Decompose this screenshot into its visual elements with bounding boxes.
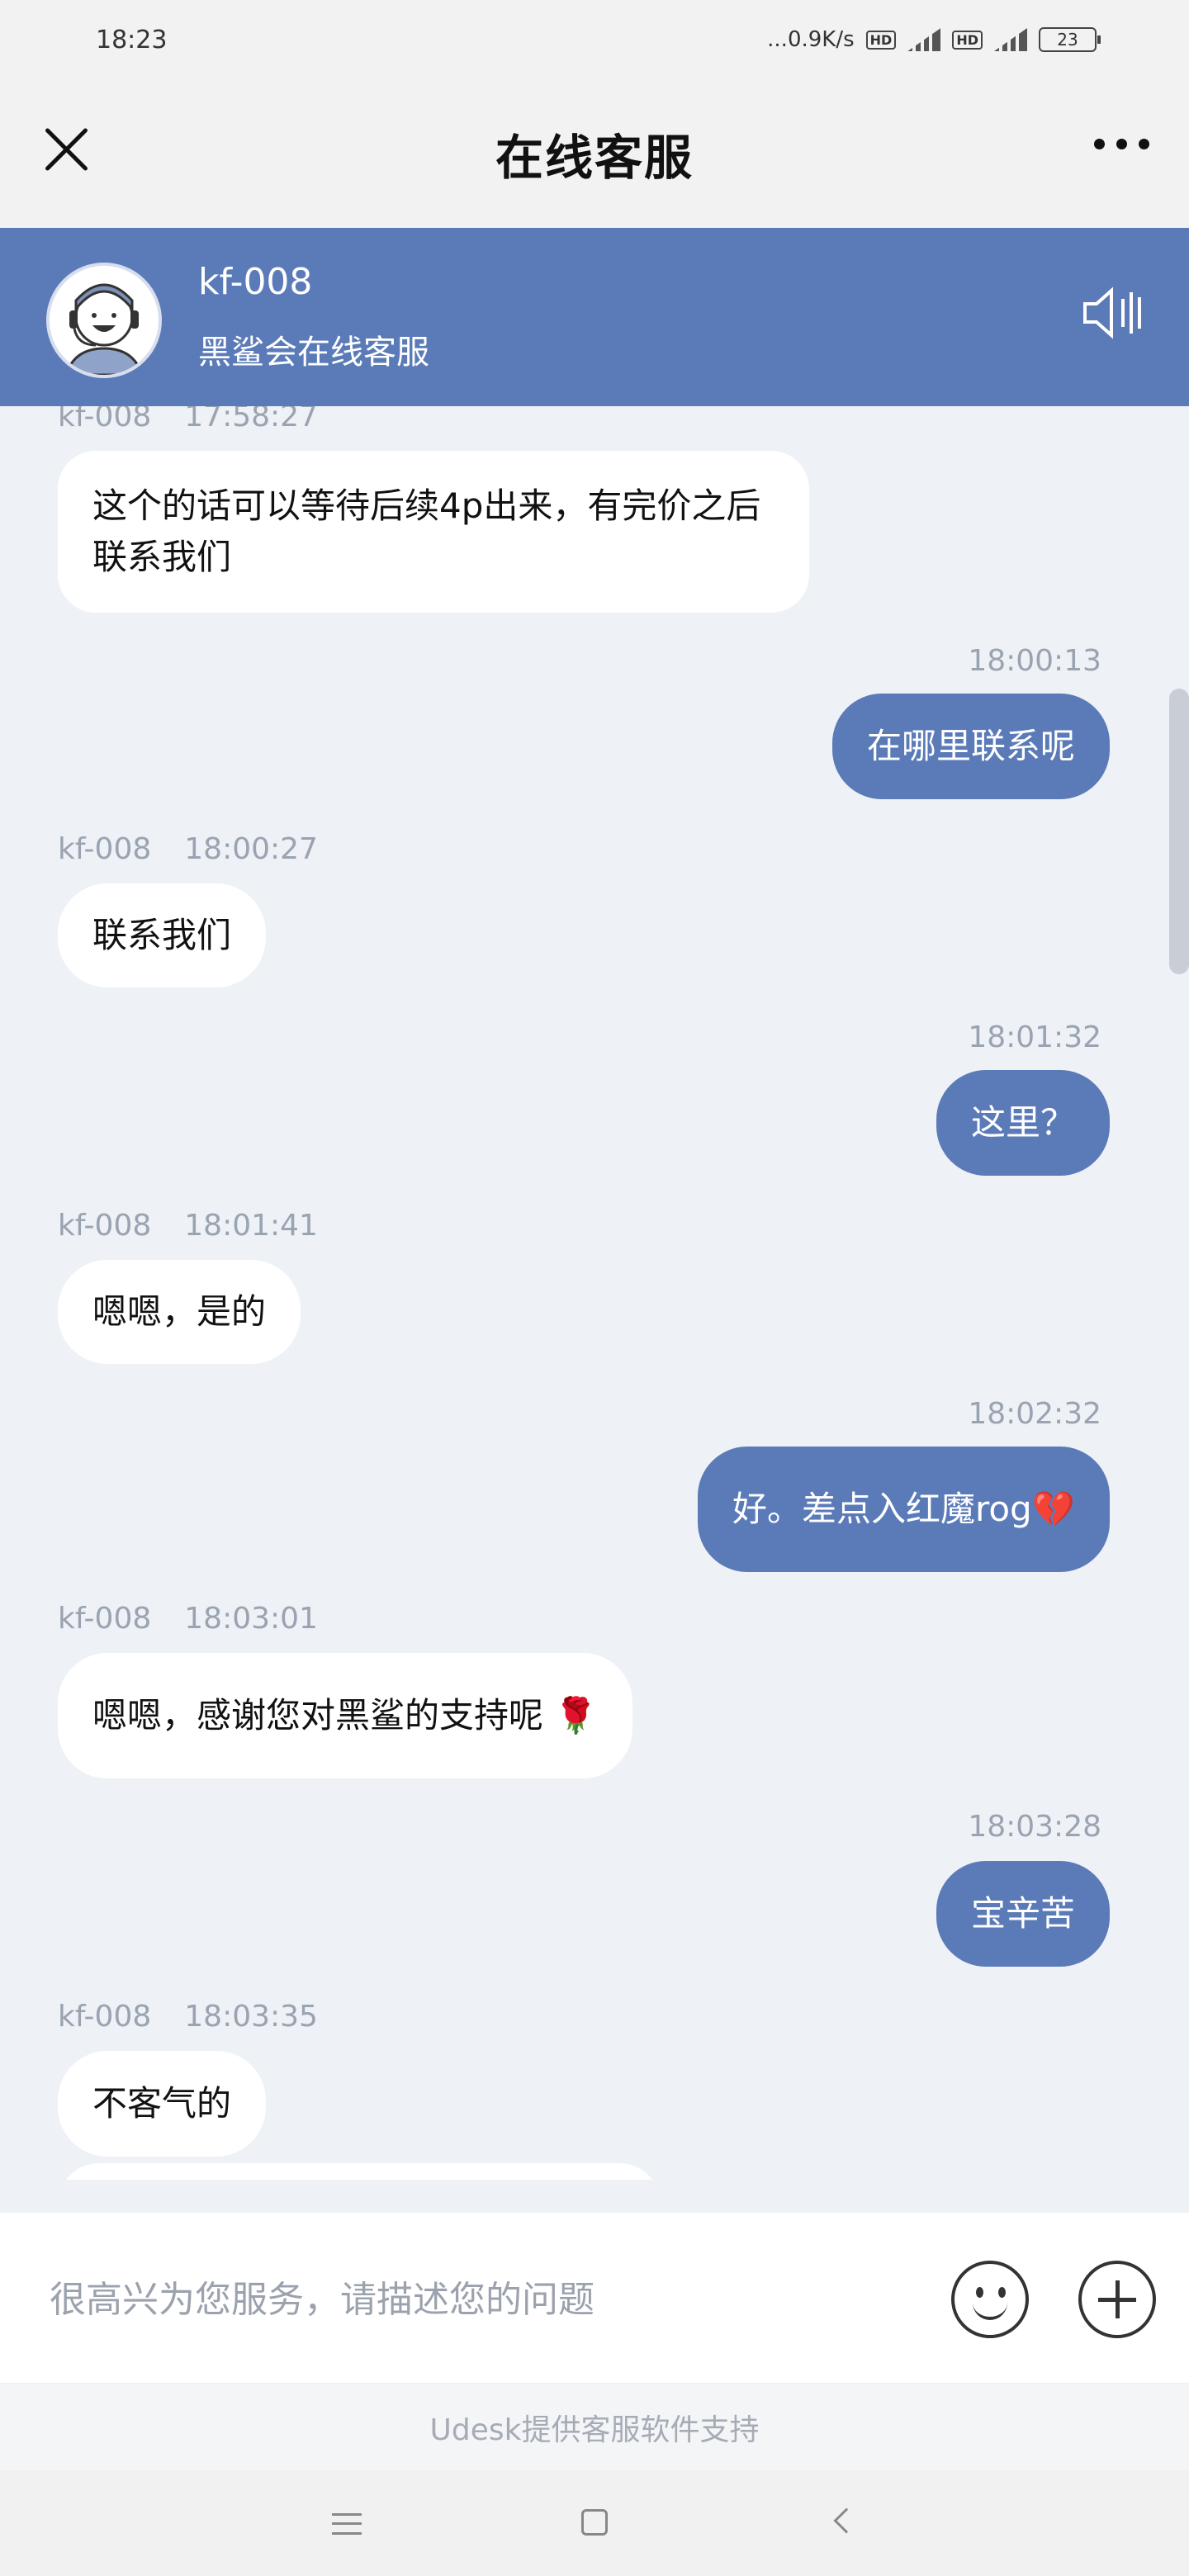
signal-icon-2 <box>994 28 1027 51</box>
page-title: 在线客服 <box>495 130 694 186</box>
home-icon[interactable] <box>581 2509 608 2536</box>
message-bubble-outgoing[interactable]: 好。差点入红魔rog💔 <box>698 1447 1110 1572</box>
more-options-icon[interactable] <box>1094 139 1149 149</box>
system-nav-bar <box>0 2470 1189 2576</box>
battery-icon: 23 <box>1039 27 1101 52</box>
input-bar <box>0 2213 1189 2383</box>
status-bar: 18:23 ...0.9K/s HD HD 23 <box>0 0 1189 79</box>
message-bubble-outgoing[interactable]: 宝辛苦 <box>936 1861 1110 1967</box>
hd-badge-2: HD <box>952 30 983 50</box>
message-bubble-incoming[interactable] <box>58 2163 661 2180</box>
title-bar: 在线客服 <box>0 79 1189 228</box>
hd-badge: HD <box>865 30 897 50</box>
close-icon[interactable] <box>40 122 92 175</box>
message-bubble-incoming[interactable]: 联系我们 <box>58 883 267 987</box>
message-time: 18:00:13 <box>968 644 1101 678</box>
status-time: 18:23 <box>96 25 168 54</box>
message-bubble-incoming[interactable]: 嗯嗯，感谢您对黑鲨的支持呢 🌹 <box>58 1653 632 1778</box>
back-icon[interactable] <box>833 2507 860 2534</box>
message-meta: kf-008 18:00:27 <box>58 832 318 866</box>
message-time: 18:01:32 <box>968 1020 1101 1054</box>
menu-icon[interactable] <box>332 2513 362 2535</box>
message-time: 18:03:28 <box>968 1810 1101 1844</box>
message-bubble-outgoing[interactable]: 在哪里联系呢 <box>831 694 1110 799</box>
chat-scrollbar[interactable] <box>1169 689 1189 974</box>
signal-icon <box>907 28 941 51</box>
powered-by-footer: Udesk提供客服软件支持 <box>0 2384 1189 2470</box>
message-meta: kf-008 18:03:35 <box>58 2000 318 2034</box>
message-meta: kf-008 18:03:01 <box>58 1602 318 1636</box>
plus-icon[interactable] <box>1078 2261 1156 2338</box>
chat-area[interactable]: kf-008 17:58:27 这个的话可以等待后续4p出来，有完价之后联系我们 … <box>0 406 1189 2180</box>
message-meta: kf-008 18:01:41 <box>58 1209 318 1243</box>
message-bubble-incoming[interactable]: 不客气的 <box>58 2051 267 2157</box>
agent-avatar <box>46 263 162 378</box>
agent-name: kf-008 <box>198 261 313 303</box>
agent-header: kf-008 黑鲨会在线客服 <box>0 228 1189 406</box>
speaker-icon[interactable] <box>1082 286 1144 340</box>
message-bubble-incoming[interactable]: 嗯嗯，是的 <box>58 1260 301 1364</box>
agent-subtitle: 黑鲨会在线客服 <box>198 334 429 372</box>
message-bubble-incoming[interactable]: 这个的话可以等待后续4p出来，有完价之后联系我们 <box>58 451 809 613</box>
message-bubble-outgoing[interactable]: 这里？ <box>936 1070 1110 1176</box>
message-meta: kf-008 17:58:27 <box>58 406 318 433</box>
net-speed: ...0.9K/s <box>767 27 855 52</box>
message-time: 18:02:32 <box>968 1397 1101 1431</box>
message-input[interactable] <box>50 2271 925 2328</box>
status-icons: ...0.9K/s HD HD 23 <box>767 27 1101 52</box>
battery-level: 23 <box>1057 30 1078 50</box>
emoji-icon[interactable] <box>951 2261 1029 2338</box>
